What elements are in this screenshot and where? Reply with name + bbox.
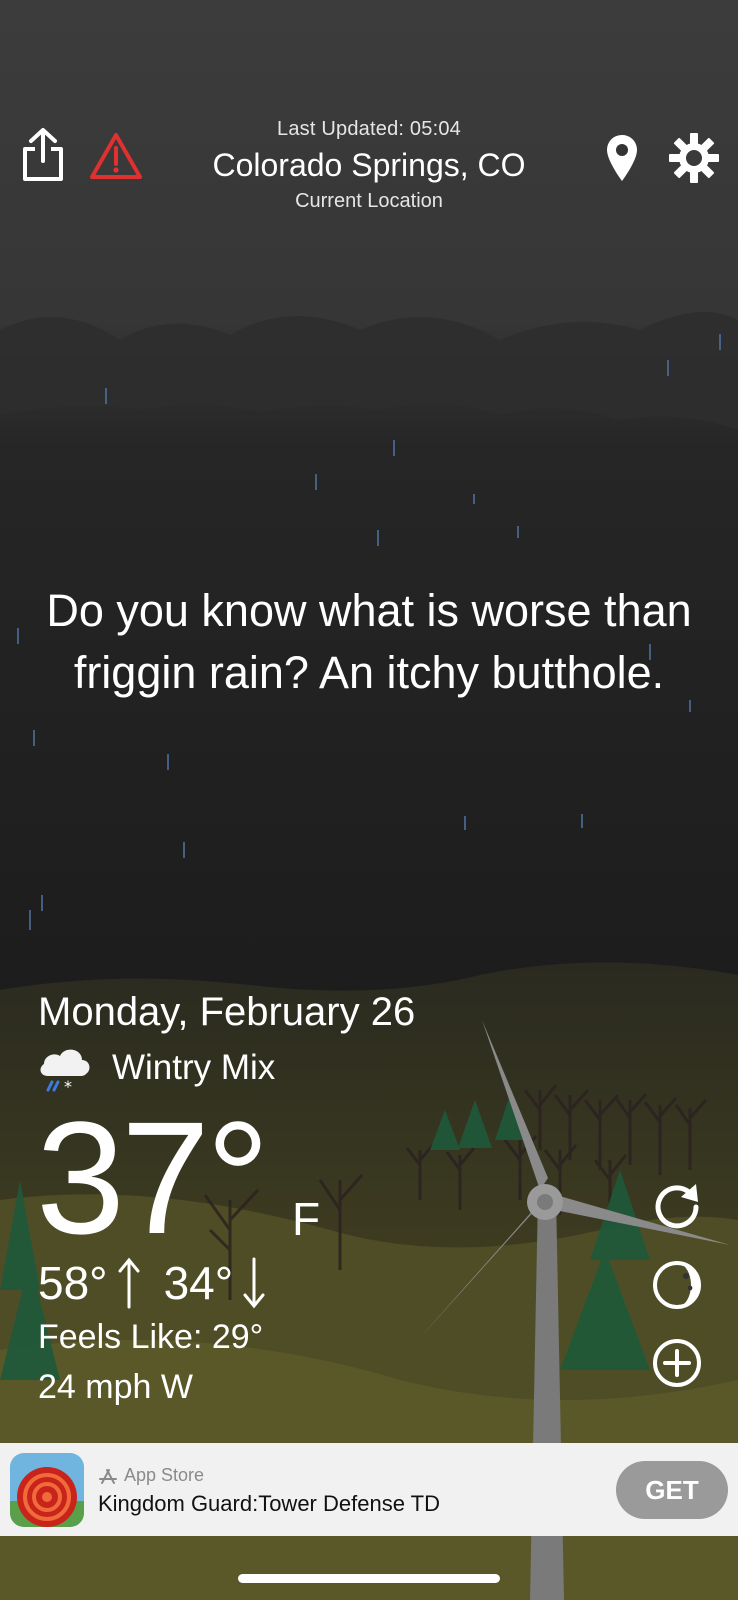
snarky-quote: Do you know what is worse than friggin r… xyxy=(46,585,692,698)
feels-like: Feels Like: 29° xyxy=(38,1318,264,1356)
ad-app-icon[interactable] xyxy=(10,1453,84,1527)
condition-text: Wintry Mix xyxy=(112,1048,276,1087)
arrow-down-icon xyxy=(243,1257,265,1309)
wintry-mix-icon: * xyxy=(40,1049,90,1094)
temperature-unit-toggle[interactable]: F xyxy=(292,1192,320,1246)
add-location-icon xyxy=(653,1339,701,1387)
locations-button[interactable] xyxy=(600,128,644,188)
arrow-up-icon xyxy=(118,1257,140,1309)
condition-row: * Wintry Mix xyxy=(36,1042,275,1094)
refresh-button[interactable] xyxy=(650,1180,704,1234)
home-indicator[interactable] xyxy=(238,1574,500,1583)
add-button[interactable] xyxy=(650,1336,704,1390)
gear-icon xyxy=(669,133,719,183)
refresh-icon xyxy=(655,1184,699,1229)
current-location-label: Current Location xyxy=(295,190,443,212)
app-thumbnail-icon xyxy=(10,1453,84,1527)
ad-title[interactable]: Kingdom Guard:Tower Defense TD xyxy=(98,1491,440,1517)
low-temperature: 34° xyxy=(163,1257,234,1309)
high-low-row: 58° 34° xyxy=(38,1256,265,1310)
ad-store-label: App Store xyxy=(98,1465,204,1486)
high-temperature: 58° xyxy=(38,1257,108,1309)
forecast-date: Monday, February 26 xyxy=(38,990,416,1034)
location-pin-icon xyxy=(607,135,637,181)
app-store-icon xyxy=(99,1468,117,1484)
wind-speed: 24 mph W xyxy=(38,1368,193,1406)
settings-button[interactable] xyxy=(668,132,720,184)
ad-banner[interactable]: App Store Kingdom Guard:Tower Defense TD… xyxy=(0,1443,738,1536)
ad-store-text: App Store xyxy=(124,1465,205,1485)
current-temperature: 37° xyxy=(36,1088,270,1267)
moon-phase-button[interactable] xyxy=(650,1258,704,1312)
ad-get-button[interactable]: GET xyxy=(616,1461,728,1519)
moon-phase-icon xyxy=(653,1261,701,1309)
weather-scene-background xyxy=(0,0,738,1600)
